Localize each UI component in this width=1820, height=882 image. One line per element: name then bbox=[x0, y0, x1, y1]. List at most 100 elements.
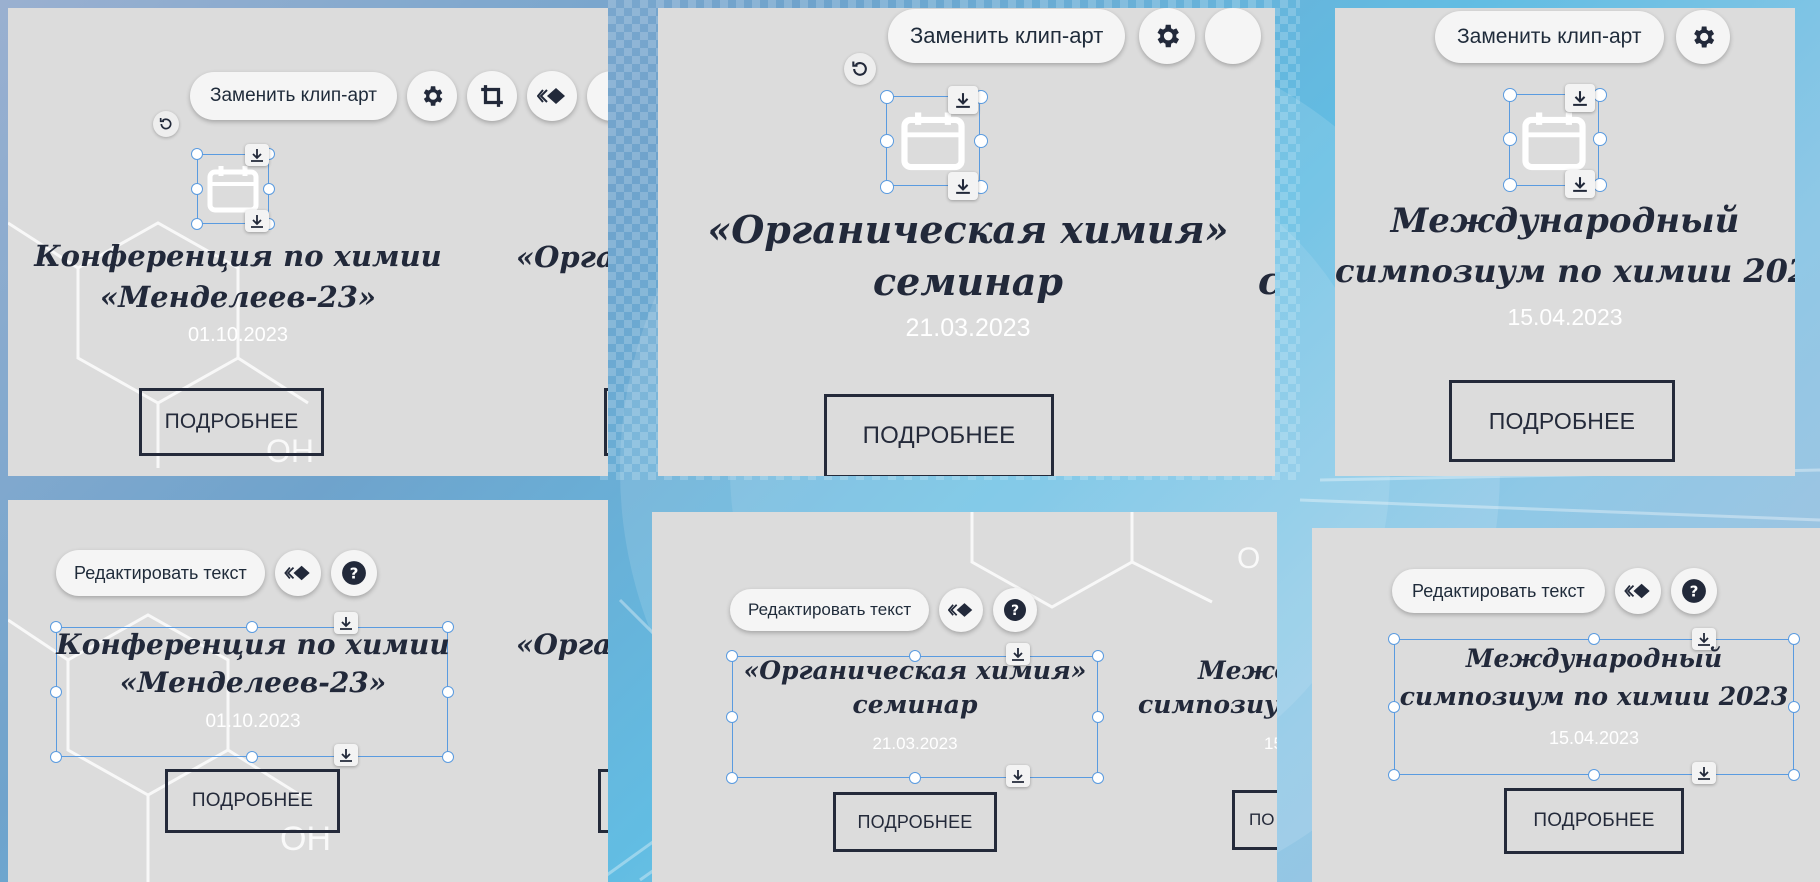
resize-handle[interactable] bbox=[246, 751, 258, 763]
resize-handle[interactable] bbox=[1593, 132, 1607, 146]
resize-handle[interactable] bbox=[1503, 178, 1517, 192]
resize-handle[interactable] bbox=[1388, 769, 1400, 781]
text-toolbar: Редактировать текст ? bbox=[730, 588, 1038, 632]
next-card-button-fragment[interactable]: ПО bbox=[1232, 790, 1277, 850]
resize-handle[interactable] bbox=[191, 183, 203, 195]
clipart-toolbar: Заменить клип-арт bbox=[190, 71, 608, 121]
replace-clipart-button[interactable]: Заменить клип-арт bbox=[190, 72, 397, 120]
event-date: 01.10.2023 bbox=[205, 711, 301, 732]
animation-button[interactable] bbox=[274, 550, 321, 596]
crop-button[interactable] bbox=[466, 71, 517, 121]
details-button-label: ПОДРОБНЕЕ bbox=[857, 811, 973, 832]
resize-handle[interactable] bbox=[442, 751, 454, 763]
download-button[interactable] bbox=[1565, 84, 1595, 112]
event-title-line1: «Органическая химия» bbox=[707, 207, 1229, 252]
rotate-handle[interactable] bbox=[153, 111, 179, 137]
event-title: Международный симпозиум по химии 2023 bbox=[1335, 196, 1795, 296]
edit-text-label: Редактировать текст bbox=[748, 600, 912, 619]
details-button[interactable]: ПОДРОБНЕЕ bbox=[139, 388, 324, 456]
event-date: 15.04.2023 bbox=[1507, 304, 1623, 330]
calendar-clipart-icon bbox=[1521, 110, 1587, 172]
download-button[interactable] bbox=[334, 744, 358, 766]
download-icon bbox=[1011, 769, 1025, 783]
edit-text-button[interactable]: Редактировать текст bbox=[56, 550, 265, 596]
resize-handle[interactable] bbox=[1503, 88, 1517, 102]
replace-clipart-button[interactable]: Заменить клип-арт bbox=[1435, 11, 1664, 63]
resize-handle[interactable] bbox=[726, 772, 738, 784]
next-card-date-fragment: 15 bbox=[1264, 734, 1277, 753]
calendar-clipart[interactable] bbox=[191, 144, 275, 232]
next-card-title-fragment: Межд bbox=[1198, 656, 1277, 685]
calendar-clipart[interactable] bbox=[1503, 84, 1607, 198]
download-button[interactable] bbox=[1006, 765, 1030, 787]
event-title-line2: семинар bbox=[852, 690, 978, 719]
help-button[interactable]: ? bbox=[330, 550, 377, 596]
details-button[interactable]: ПОДРОБНЕЕ bbox=[165, 769, 340, 833]
resize-handle[interactable] bbox=[1788, 769, 1800, 781]
download-button[interactable] bbox=[1565, 170, 1595, 198]
help-button[interactable]: ? bbox=[1670, 568, 1717, 614]
resize-handle[interactable] bbox=[880, 90, 894, 104]
details-button[interactable]: ПОДРОБНЕЕ bbox=[1504, 788, 1684, 854]
crop-icon bbox=[479, 83, 505, 109]
resize-handle[interactable] bbox=[50, 751, 62, 763]
resize-handle[interactable] bbox=[880, 134, 894, 148]
event-title: «Органическая химия» семинар bbox=[658, 204, 1275, 308]
resize-handle[interactable] bbox=[1593, 88, 1607, 102]
gear-icon bbox=[1152, 21, 1182, 51]
resize-handle[interactable] bbox=[191, 148, 203, 160]
event-title-line1: «Органическая химия» bbox=[743, 656, 1087, 685]
resize-handle[interactable] bbox=[191, 218, 203, 230]
resize-handle[interactable] bbox=[974, 134, 988, 148]
more-button-partial[interactable] bbox=[586, 71, 608, 121]
animation-button[interactable] bbox=[939, 588, 984, 632]
download-icon bbox=[1572, 176, 1588, 192]
edit-text-button[interactable]: Редактировать текст bbox=[730, 589, 930, 631]
resize-handle[interactable] bbox=[909, 772, 921, 784]
next-card-title-fragment: с bbox=[1258, 258, 1275, 303]
resize-handle[interactable] bbox=[880, 180, 894, 194]
resize-handle[interactable] bbox=[1503, 132, 1517, 146]
details-button[interactable]: ПОДРОБНЕЕ bbox=[824, 394, 1054, 476]
animation-button[interactable] bbox=[1614, 568, 1661, 614]
rotate-handle[interactable] bbox=[844, 53, 876, 85]
download-icon bbox=[955, 92, 971, 108]
next-card-button-fragment[interactable] bbox=[598, 769, 608, 833]
resize-handle[interactable] bbox=[1588, 769, 1600, 781]
download-icon bbox=[1572, 90, 1588, 106]
gear-icon bbox=[419, 83, 445, 109]
event-title: Конференция по химии «Менделеев-23» bbox=[8, 236, 468, 318]
crop-button-partial[interactable] bbox=[1205, 8, 1262, 64]
text-toolbar: Редактировать текст ? bbox=[1392, 568, 1717, 614]
event-title-line2: «Менделеев-23» bbox=[119, 666, 387, 699]
next-card-button-fragment[interactable] bbox=[604, 388, 608, 456]
next-card-button-label: ПО bbox=[1249, 810, 1275, 829]
settings-button[interactable] bbox=[1675, 10, 1730, 64]
calendar-clipart[interactable] bbox=[880, 86, 988, 200]
resize-handle[interactable] bbox=[263, 183, 275, 195]
decor-o-label: O bbox=[1237, 542, 1261, 575]
details-button-label: ПОДРОБНЕЕ bbox=[1533, 810, 1655, 831]
settings-button[interactable] bbox=[406, 71, 457, 121]
details-button-label: ПОДРОБНЕЕ bbox=[862, 422, 1016, 449]
animation-icon bbox=[536, 86, 567, 106]
details-button-label: ПОДРОБНЕЕ bbox=[1488, 407, 1636, 434]
download-button[interactable] bbox=[245, 210, 269, 232]
edit-text-button[interactable]: Редактировать текст bbox=[1392, 569, 1605, 613]
resize-handle[interactable] bbox=[1092, 772, 1104, 784]
details-button-label: ПОДРОБНЕЕ bbox=[191, 790, 314, 811]
details-button[interactable]: ПОДРОБНЕЕ bbox=[833, 792, 997, 852]
download-button[interactable] bbox=[1692, 762, 1716, 784]
download-button[interactable] bbox=[948, 172, 978, 200]
settings-button[interactable] bbox=[1139, 8, 1196, 64]
animation-button[interactable] bbox=[526, 71, 577, 121]
download-button[interactable] bbox=[245, 144, 269, 166]
clipart-toolbar: Заменить клип-арт bbox=[1435, 10, 1730, 64]
download-icon bbox=[250, 214, 264, 228]
resize-handle[interactable] bbox=[1593, 178, 1607, 192]
help-button[interactable]: ? bbox=[993, 588, 1038, 632]
replace-clipart-button[interactable]: Заменить клип-арт bbox=[888, 9, 1126, 63]
details-button[interactable]: ПОДРОБНЕЕ bbox=[1449, 380, 1675, 462]
help-icon: ? bbox=[1681, 578, 1707, 604]
download-button[interactable] bbox=[948, 86, 978, 114]
